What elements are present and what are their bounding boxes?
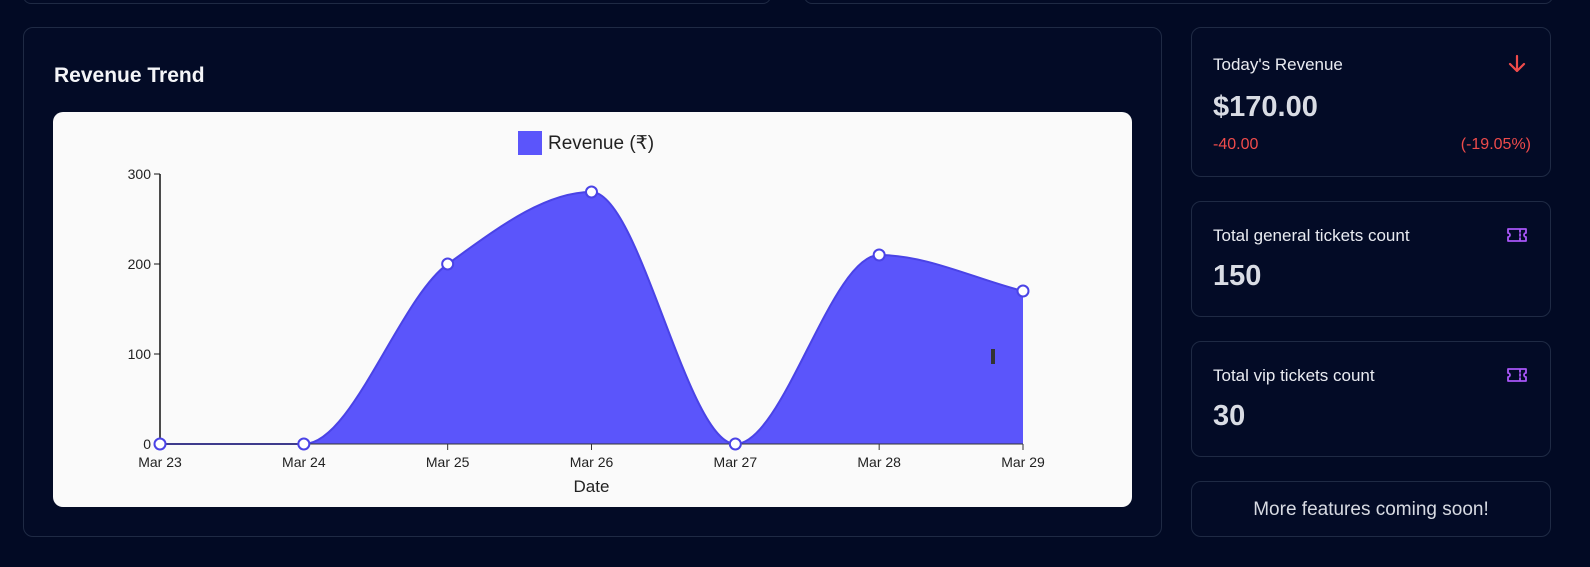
coming-soon-card: More features coming soon! (1191, 481, 1551, 537)
x-tick-label: Mar 25 (426, 454, 470, 470)
data-point (728, 437, 742, 451)
vip-tickets-label: Total vip tickets count (1213, 366, 1375, 385)
text-cursor (991, 349, 995, 364)
revenue-change-percent: (-19.05%) (1460, 136, 1531, 153)
x-tick-label: Mar 27 (714, 454, 758, 470)
revenue-trend-panel: Revenue Trend Revenue (₹) 0 100 200 300 Mar 2… (23, 27, 1162, 537)
legend-swatch (518, 131, 542, 155)
y-tick-label: 200 (128, 256, 152, 272)
general-tickets-card: Total general tickets count 150 (1191, 201, 1551, 317)
x-tick-label: Mar 24 (282, 454, 326, 470)
todays-revenue-card: Today's Revenue $170.00 -40.00 (-19.05%) (1191, 27, 1551, 177)
top-card-right (804, 0, 1553, 4)
todays-revenue-label: Today's Revenue (1213, 55, 1343, 74)
revenue-trend-title: Revenue Trend (54, 64, 205, 87)
legend-label: Revenue (₹) (548, 133, 654, 154)
revenue-area (160, 192, 1023, 444)
ticket-icon (1507, 368, 1527, 382)
x-axis-label: Date (574, 477, 610, 496)
coming-soon-text: More features coming soon! (1253, 499, 1489, 520)
ticket-icon (1507, 228, 1527, 242)
x-tick-label: Mar 29 (1001, 454, 1045, 470)
y-tick-label: 0 (143, 436, 151, 452)
revenue-chart-svg[interactable]: Revenue (₹) 0 100 200 300 Mar 23 Mar 24 Mar 25 M… (53, 112, 1132, 507)
data-point (585, 185, 598, 199)
todays-revenue-value: $170.00 (1213, 91, 1318, 123)
data-point (1016, 284, 1030, 298)
revenue-chart[interactable]: Revenue (₹) 0 100 200 300 Mar 23 Mar 24 Mar 25 M… (53, 112, 1132, 507)
top-card-left (23, 0, 771, 4)
general-tickets-value: 150 (1213, 260, 1262, 292)
vip-tickets-value: 30 (1213, 400, 1246, 432)
x-tick-label: Mar 23 (138, 454, 182, 470)
vip-tickets-card: Total vip tickets count 30 (1191, 341, 1551, 457)
general-tickets-label: Total general tickets count (1213, 226, 1410, 245)
y-tick-label: 300 (128, 166, 152, 182)
x-tick-label: Mar 26 (570, 454, 614, 470)
arrow-down-icon (1508, 54, 1526, 73)
data-point (153, 437, 167, 451)
data-point (297, 437, 311, 451)
y-tick-label: 100 (128, 346, 152, 362)
data-point (872, 248, 886, 262)
x-tick-label: Mar 28 (857, 454, 901, 470)
revenue-change: -40.00 (1213, 136, 1259, 153)
data-point (441, 257, 455, 271)
